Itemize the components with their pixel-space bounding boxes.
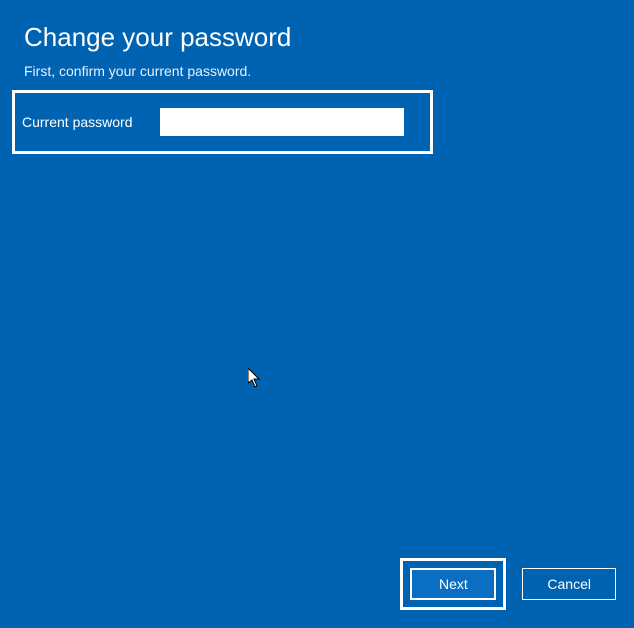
highlight-next-button: Next — [400, 558, 506, 610]
header: Change your password First, confirm your… — [0, 0, 634, 79]
current-password-label: Current password — [22, 114, 160, 130]
current-password-input[interactable] — [160, 108, 404, 136]
page-subtitle: First, confirm your current password. — [24, 63, 610, 79]
current-password-row: Current password — [22, 108, 404, 136]
cancel-button[interactable]: Cancel — [522, 568, 616, 600]
next-button[interactable]: Next — [410, 568, 496, 600]
mouse-cursor-icon — [248, 368, 264, 388]
button-bar: Next Cancel — [400, 558, 616, 610]
page-title: Change your password — [24, 22, 610, 53]
